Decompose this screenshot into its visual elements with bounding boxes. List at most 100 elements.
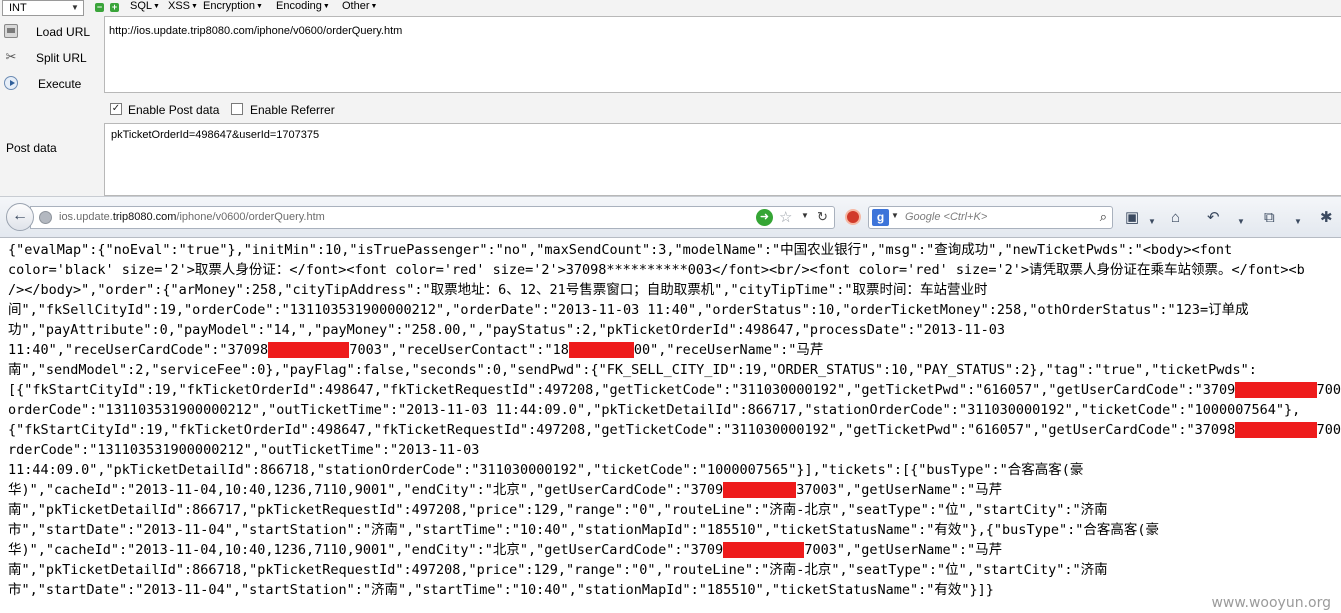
chevron-down-icon[interactable]: ▼ [891,211,899,220]
load-url-button[interactable]: Load URL [0,20,104,46]
json-line: 11:44:09.0","pkTicketDetailId":866718,"s… [8,460,1083,480]
json-text: {"fkStartCityId":19,"fkTicketOrderId":49… [8,422,1236,438]
json-text: 间","fkSellCityId":19,"orderCode":"131103… [8,302,1249,318]
json-line: rderCode":"131103531900000212","outTicke… [8,440,479,460]
json-line: orderCode":"131103531900000212","outTick… [8,400,1300,420]
hackbar-toolbar: INT ▼ − + SQL▼ XSS▼ Encryption▼ Encoding… [0,0,1341,16]
json-text: 南","pkTicketDetailId":866718,"pkTicketRe… [8,562,1108,578]
globe-icon [39,211,52,224]
page-content: {"evalMap":{"noEval":"true"},"initMin":1… [0,238,1341,613]
execute-button[interactable]: Execute [0,72,104,98]
json-line: 南","pkTicketDetailId":866717,"pkTicketRe… [8,500,1108,520]
home-icon[interactable]: ⌂ [1171,210,1180,225]
chevron-down-icon[interactable]: ▼ [801,211,809,220]
load-url-label: Load URL [36,25,91,39]
undo-icon[interactable]: ↶ [1207,210,1220,225]
json-line: 市","startDate":"2013-11-04","startStatio… [8,520,1159,540]
redaction-block: XXXXXXXXX [723,482,797,498]
json-text: 功","payAttribute":0,"payModel":"14,","pa… [8,322,1005,338]
json-text: 7003"," [1316,422,1341,438]
post-data-label: Post data [6,141,57,155]
chevron-down-icon[interactable]: ▼ [1148,214,1156,229]
bookmarks-menu-icon[interactable]: ▣ [1125,210,1139,225]
menu-other[interactable]: Other▼ [342,0,377,13]
json-text: 华)","cacheId":"2013-11-04,10:40,1236,711… [8,542,724,558]
load-url-icon [4,24,18,38]
json-text: 11:40","receUserCardCode":"37098 [8,342,269,358]
chevron-down-icon[interactable]: ▼ [1294,214,1302,229]
search-icon[interactable]: ⌕ [1100,209,1107,225]
scissors-icon: ✂ [5,49,17,64]
json-text: [{"fkStartCityId":19,"fkTicketOrderId":4… [8,382,1236,398]
json-text: orderCode":"131103531900000212","outTick… [8,402,1301,418]
address-bar[interactable]: ios.update.trip8080.com/iphone/v0600/ord… [30,206,835,229]
json-line: color='black' size='2'>取票人身份证：</font><fo… [8,260,1305,280]
json-text: 7003","receUserContact":"18 [349,342,569,358]
json-line: 11:40","receUserCardCode":"37098XXXXXXXX… [8,340,823,360]
type-select[interactable]: INT ▼ [2,0,84,16]
menu-sql[interactable]: SQL▼ [130,0,160,13]
json-text: 7003"," [1316,382,1341,398]
address-text: ios.update.trip8080.com/iphone/v0600/ord… [59,211,325,223]
decrease-icon[interactable]: − [95,3,104,12]
increase-icon[interactable]: + [110,3,119,12]
url-textarea[interactable]: http://ios.update.trip8080.com/iphone/v0… [104,16,1341,93]
post-data-value: pkTicketOrderId=498647&userId=1707375 [111,129,320,141]
execute-label: Execute [38,77,82,91]
json-text: 37003","getUserName":"马芹 [796,482,1003,498]
type-select-value: INT [9,2,27,14]
menu-encryption[interactable]: Encryption▼ [203,0,263,13]
json-text: 11:44:09.0","pkTicketDetailId":866718,"s… [8,462,1084,478]
json-text: 华)","cacheId":"2013-11-04,10:40,1236,711… [8,482,724,498]
json-line: 南","pkTicketDetailId":866718,"pkTicketRe… [8,560,1108,580]
chevron-down-icon[interactable]: ▼ [1237,214,1245,229]
play-icon [4,76,18,90]
enable-referrer-label: Enable Referrer [250,103,335,117]
json-line: 南","sendModel":2,"serviceFee":0},"payFla… [8,360,1257,380]
redaction-block: XXXXXXXXXX [723,542,805,558]
back-button[interactable]: ← [6,203,34,231]
navigation-bar: ios.update.trip8080.com/iphone/v0600/ord… [0,196,1341,238]
adblock-icon[interactable] [845,209,861,225]
redaction-block: XXXXXXXXXX [268,342,350,358]
split-url-label: Split URL [36,51,87,65]
split-url-button[interactable]: ✂ Split URL [0,46,104,72]
menu-encoding[interactable]: Encoding▼ [276,0,330,13]
json-text: 市","startDate":"2013-11-04","startStatio… [8,582,994,598]
json-text: 00","receUserName":"马芹 [633,342,824,358]
json-line: 功","payAttribute":0,"payModel":"14,","pa… [8,320,1005,340]
bookmark-star-icon[interactable]: ☆ [779,208,792,226]
json-text: 南","pkTicketDetailId":866717,"pkTicketRe… [8,502,1108,518]
redaction-block: XXXXXXXXXX [1235,422,1317,438]
json-text: 南","sendModel":2,"serviceFee":0},"payFla… [8,362,1257,378]
json-text: /></body>","order":{"arMoney":258,"cityT… [8,282,988,298]
json-text: rderCode":"131103531900000212","outTicke… [8,442,480,458]
url-value: http://ios.update.trip8080.com/iphone/v0… [109,25,403,37]
json-text: {"evalMap":{"noEval":"true"},"initMin":1… [8,242,1233,258]
post-data-textarea[interactable]: pkTicketOrderId=498647&userId=1707375 [104,123,1341,196]
json-line: 市","startDate":"2013-11-04","startStatio… [8,580,994,600]
arrow-left-icon: ← [12,207,28,224]
enable-referrer-checkbox[interactable] [231,103,243,115]
json-line: 华)","cacheId":"2013-11-04,10:40,1236,711… [8,540,1002,560]
search-placeholder: Google <Ctrl+K> [905,211,988,223]
json-line: {"fkStartCityId":19,"fkTicketOrderId":49… [8,420,1341,440]
json-line: 华)","cacheId":"2013-11-04,10:40,1236,711… [8,480,1002,500]
menu-xss[interactable]: XSS▼ [168,0,198,13]
json-line: 间","fkSellCityId":19,"orderCode":"131103… [8,300,1249,320]
json-line: /></body>","order":{"arMoney":258,"cityT… [8,280,987,300]
redaction-block: XXXXXXXX [568,342,634,358]
options-row: ✓ Enable Post data Enable Referrer [104,93,1341,123]
redaction-block: XXXXXXXXXX [1235,382,1317,398]
hackbar-actions: Load URL ✂ Split URL Execute Post data [0,16,104,196]
chevron-down-icon: ▼ [71,3,79,12]
search-bar[interactable]: g ▼ Google <Ctrl+K> ⌕ [868,206,1113,229]
enable-post-label: Enable Post data [128,103,220,117]
addon-bug-icon[interactable]: ✱ [1320,210,1333,225]
reload-icon[interactable]: ↻ [817,209,828,225]
crop-icon[interactable]: ⧉ [1264,210,1275,225]
enable-post-checkbox[interactable]: ✓ [110,103,122,115]
google-icon[interactable]: g [872,209,889,226]
json-text: color='black' size='2'>取票人身份证：</font><fo… [8,262,1305,278]
go-icon[interactable]: ➜ [756,209,773,226]
